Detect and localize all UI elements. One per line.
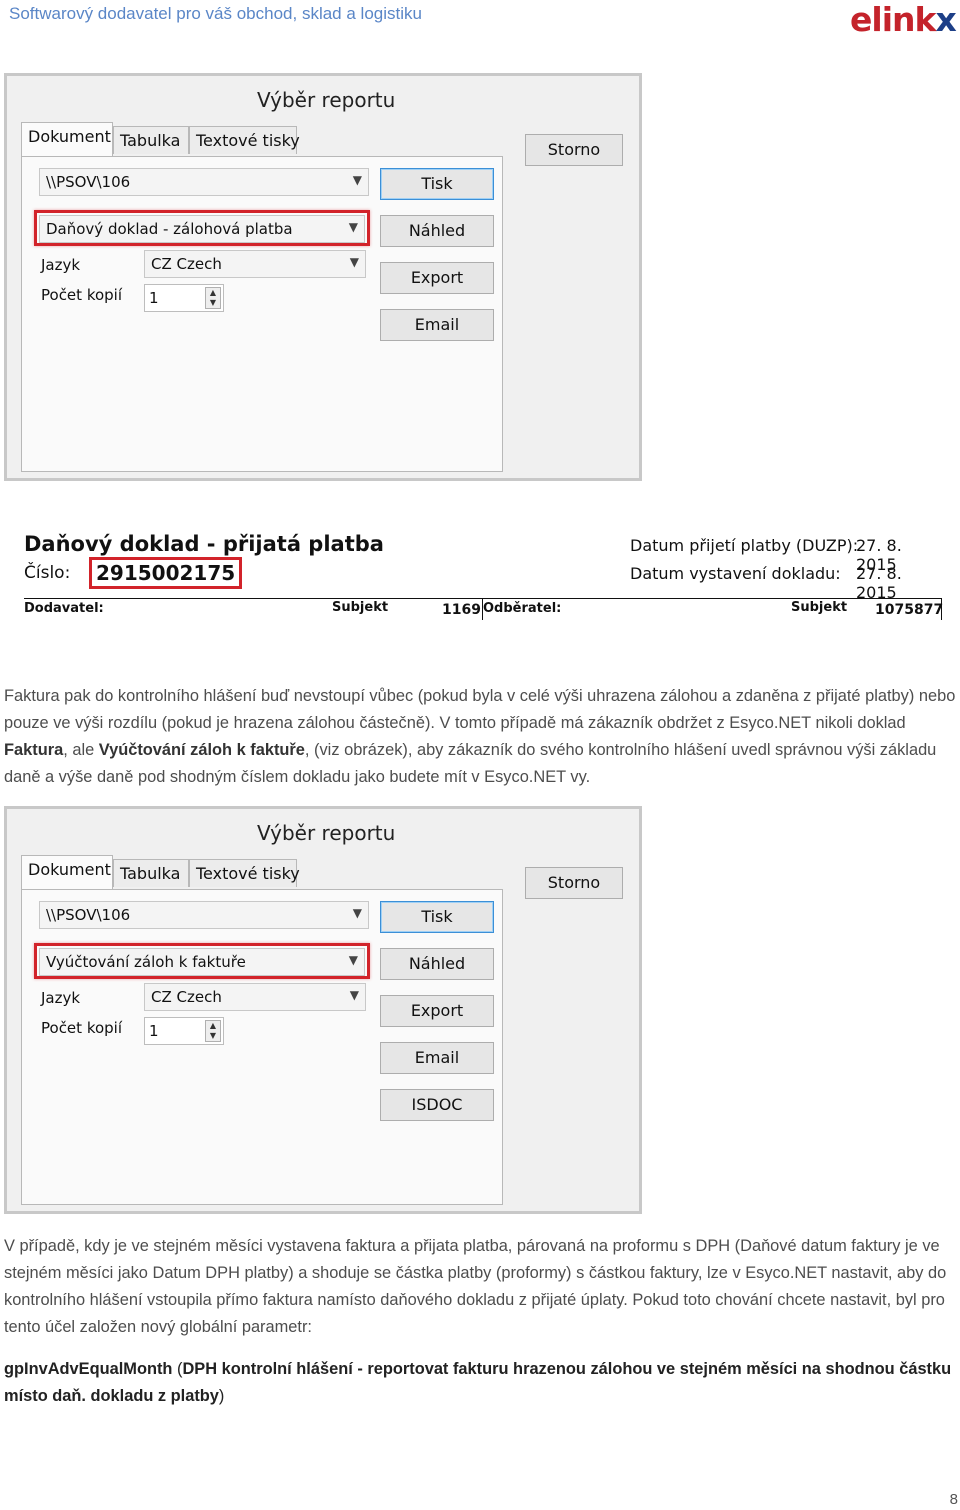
dialog-title: Výběr reportu (257, 88, 396, 112)
issue-date-label: Datum vystavení dokladu: (630, 564, 841, 583)
copies-value: 1 (149, 289, 159, 307)
copies-stepper[interactable]: 1 ▲ ▼ (144, 1017, 224, 1045)
export-button[interactable]: Export (380, 262, 494, 294)
supplier-subject-label: Subjekt (332, 600, 389, 615)
report-value: Daňový doklad - zálohová platba (46, 220, 293, 238)
email-button[interactable]: Email (380, 309, 494, 341)
copies-stepper[interactable]: 1 ▲ ▼ (144, 284, 224, 312)
customer-subject-label: Subjekt (791, 600, 848, 615)
paragraph-1: Faktura pak do kontrolního hlášení buď n… (4, 683, 958, 791)
number-label: Číslo: (24, 563, 71, 583)
bold-faktura: Faktura (4, 741, 64, 759)
divider (941, 598, 942, 620)
printer-select[interactable]: \\PSOV\106 ▼ (39, 168, 369, 196)
bold-vyuctovani: Vyúčtování záloh k faktuře (98, 741, 305, 759)
language-select[interactable]: CZ Czech ▼ (144, 983, 366, 1011)
language-label: Jazyk (41, 256, 81, 274)
language-value: CZ Czech (151, 988, 222, 1006)
copies-value: 1 (149, 1022, 159, 1040)
language-value: CZ Czech (151, 255, 222, 273)
chevron-down-icon: ▼ (352, 173, 362, 187)
issue-date-value: 27. 8. 2015 (856, 564, 902, 602)
global-parameter: gpInvAdvEqualMonth (DPH kontrolní hlášen… (4, 1356, 958, 1410)
document-title: Daňový doklad - přijatá platba (24, 532, 384, 556)
tab-textove-tisky[interactable]: Textové tisky (189, 859, 300, 887)
paragraph-2: V případě, kdy je ve stejném měsíci vyst… (4, 1237, 947, 1336)
chevron-down-icon: ▼ (348, 953, 358, 967)
supplier-subject-value: 1169 (442, 602, 481, 618)
chevron-down-icon: ▼ (349, 988, 359, 1002)
language-label: Jazyk (41, 989, 81, 1007)
chevron-down-icon: ▼ (352, 906, 362, 920)
tax-document-header: Daňový doklad - přijatá platba Číslo: 29… (24, 530, 944, 622)
tab-tabulka[interactable]: Tabulka (113, 859, 189, 887)
tab-tabulka[interactable]: Tabulka (113, 126, 189, 154)
parameter-name: gpInvAdvEqualMonth (4, 1360, 173, 1378)
nahled-button[interactable]: Náhled (380, 948, 494, 980)
export-button[interactable]: Export (380, 995, 494, 1027)
email-button[interactable]: Email (380, 1042, 494, 1074)
copies-label: Počet kopií (41, 1019, 122, 1037)
tisk-button[interactable]: Tisk (380, 168, 494, 200)
text: Faktura pak do kontrolního hlášení buď n… (4, 687, 956, 732)
payment-date-label: Datum přijetí platby (DUZP): (630, 536, 859, 555)
printer-value: \\PSOV\106 (46, 906, 131, 924)
logo-x: x (935, 0, 956, 39)
chevron-down-icon: ▼ (348, 220, 358, 234)
customer-label: Odběratel: (483, 601, 562, 616)
printer-select[interactable]: \\PSOV\106 ▼ (39, 901, 369, 929)
text: ( (172, 1360, 183, 1378)
report-dialog-1: Výběr reportu Dokument Tabulka Textové t… (4, 73, 642, 481)
tab-dokument[interactable]: Dokument (21, 122, 113, 156)
language-select[interactable]: CZ Czech ▼ (144, 250, 366, 278)
report-value: Vyúčtování záloh k faktuře (46, 953, 246, 971)
text: ) (218, 1387, 225, 1405)
printer-value: \\PSOV\106 (46, 173, 131, 191)
stepper-arrows-icon[interactable]: ▲ ▼ (205, 1020, 221, 1042)
report-select[interactable]: Daňový doklad - zálohová platba ▼ (39, 215, 365, 243)
isdoc-button[interactable]: ISDOC (380, 1089, 494, 1121)
text: , ale (63, 741, 99, 759)
stepper-arrows-icon[interactable]: ▲ ▼ (205, 287, 221, 309)
page-number: 8 (949, 1491, 958, 1508)
report-select[interactable]: Vyúčtování záloh k faktuře ▼ (39, 948, 365, 976)
dialog-title: Výběr reportu (257, 821, 396, 845)
tisk-button[interactable]: Tisk (380, 901, 494, 933)
tab-textove-tisky[interactable]: Textové tisky (189, 126, 300, 154)
document-number: 2915002175 (89, 557, 243, 589)
nahled-button[interactable]: Náhled (380, 215, 494, 247)
tab-dokument[interactable]: Dokument (21, 855, 113, 889)
supplier-label: Dodavatel: (24, 601, 104, 616)
supplier-row: Dodavatel: Subjekt 1169 (24, 598, 482, 620)
copies-label: Počet kopií (41, 286, 122, 304)
chevron-down-icon: ▼ (349, 255, 359, 269)
storno-button[interactable]: Storno (525, 867, 623, 899)
header-tagline: Softwarový dodavatel pro váš obchod, skl… (9, 4, 422, 23)
logo-text: elink (850, 0, 936, 39)
report-dialog-2: Výběr reportu Dokument Tabulka Textové t… (4, 806, 642, 1214)
elinkx-logo: elinkx (850, 0, 957, 39)
customer-subject-value: 1075877 (875, 602, 944, 618)
customer-row: Odběratel: Subjekt 1075877 (483, 598, 944, 620)
storno-button[interactable]: Storno (525, 134, 623, 166)
